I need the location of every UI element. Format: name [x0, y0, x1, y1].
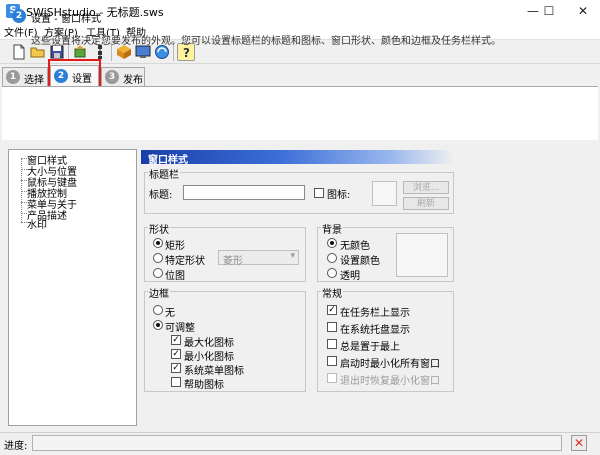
checkbox-label: 启动时最小化所有窗口: [340, 359, 440, 370]
bg-none-radio[interactable]: [327, 238, 337, 248]
checkbox-label: 系统菜单图标: [184, 366, 244, 377]
section-title: 窗口样式: [148, 155, 188, 166]
group-label: 常规: [321, 285, 343, 300]
close-button[interactable]: ✕: [568, 0, 598, 22]
radio-label: 矩形: [165, 241, 185, 252]
group-label: 边框: [148, 285, 170, 300]
shape-custom-radio[interactable]: [153, 253, 163, 263]
tab-number: 3: [105, 70, 119, 84]
group-label: 标题栏: [148, 166, 180, 181]
icon-checkbox[interactable]: [314, 188, 324, 198]
show-taskbar-checkbox[interactable]: ✓: [327, 305, 337, 315]
page-title: 设置 - 窗口样式: [31, 14, 101, 25]
radio-label: 特定形状: [165, 256, 205, 267]
icon-label: 图标:: [327, 190, 351, 201]
checkbox-label: 在系统托盘显示: [340, 325, 410, 336]
radio-label: 透明: [340, 271, 360, 282]
radio-label: 无颜色: [340, 241, 370, 252]
maximize-button[interactable]: ☐: [534, 0, 564, 22]
tab-label: 选择: [24, 75, 44, 86]
settings-tree: 窗口样式 大小与位置 鼠标与键盘 播放控制 菜单与关于 产品描述 水印: [8, 149, 137, 426]
shape-bitmap-radio[interactable]: [153, 268, 163, 278]
tab-number: 1: [6, 70, 20, 84]
checkbox-label: 最小化图标: [184, 352, 234, 363]
progress-label: 进度:: [4, 441, 28, 452]
radio-label: 位图: [165, 271, 185, 282]
system-menu-checkbox[interactable]: ✓: [171, 363, 181, 373]
checkbox-label: 退出时恢复最小化窗口: [340, 376, 440, 387]
radio-label: 无: [165, 308, 175, 319]
checkbox-label: 帮助图标: [184, 380, 224, 391]
minimize-icon-checkbox[interactable]: ✓: [171, 349, 181, 359]
page-description: 这些设置将决定您要发布的外观。您可以设置标题栏的标题和图标、窗口形状、颜色和边框…: [31, 36, 501, 47]
title-input[interactable]: [183, 185, 305, 200]
show-tray-checkbox[interactable]: [327, 322, 337, 332]
radio-label: 设置颜色: [340, 256, 380, 267]
chevron-down-icon: ▾: [290, 251, 295, 261]
checkbox-label: 在任务栏上显示: [340, 308, 410, 319]
title-label: 标题:: [149, 190, 173, 201]
always-on-top-checkbox[interactable]: [327, 339, 337, 349]
group-label: 背景: [321, 221, 343, 236]
minimize-all-checkbox[interactable]: [327, 356, 337, 366]
checkbox-label: 最大化图标: [184, 338, 234, 349]
icon-preview: [372, 181, 397, 206]
bg-color-radio[interactable]: [327, 253, 337, 263]
tab-publish[interactable]: 3 发布: [101, 67, 145, 86]
progress-bar: [32, 435, 562, 451]
browse-button[interactable]: 浏览...: [403, 181, 449, 194]
stop-icon[interactable]: ✕: [571, 435, 587, 451]
refresh-button[interactable]: 刷新: [403, 197, 449, 210]
border-none-radio[interactable]: [153, 305, 163, 315]
checkbox-label: 总是置于最上: [340, 342, 400, 353]
new-file-icon[interactable]: [10, 43, 28, 61]
combo-value: 菱形: [223, 256, 243, 267]
radio-label: 可调整: [165, 323, 195, 334]
maximize-icon-checkbox[interactable]: ✓: [171, 335, 181, 345]
shape-rect-radio[interactable]: [153, 238, 163, 248]
restore-on-exit-checkbox[interactable]: [327, 373, 337, 383]
group-label: 形状: [148, 221, 170, 236]
shape-combo[interactable]: 菱形 ▾: [218, 250, 299, 267]
tab-label: 发布: [123, 75, 143, 86]
svg-text:?: ?: [183, 46, 190, 60]
highlight-box: [48, 59, 101, 88]
color-preview: [396, 233, 448, 277]
border-resizable-radio[interactable]: [153, 320, 163, 330]
help-icon-checkbox[interactable]: [171, 377, 181, 387]
tab-select[interactable]: 1 选择: [2, 67, 48, 86]
tree-item-watermark[interactable]: 水印: [27, 216, 47, 231]
header-panel: [2, 86, 598, 140]
step-number-badge: 2: [12, 9, 26, 23]
bg-transparent-radio[interactable]: [327, 268, 337, 278]
